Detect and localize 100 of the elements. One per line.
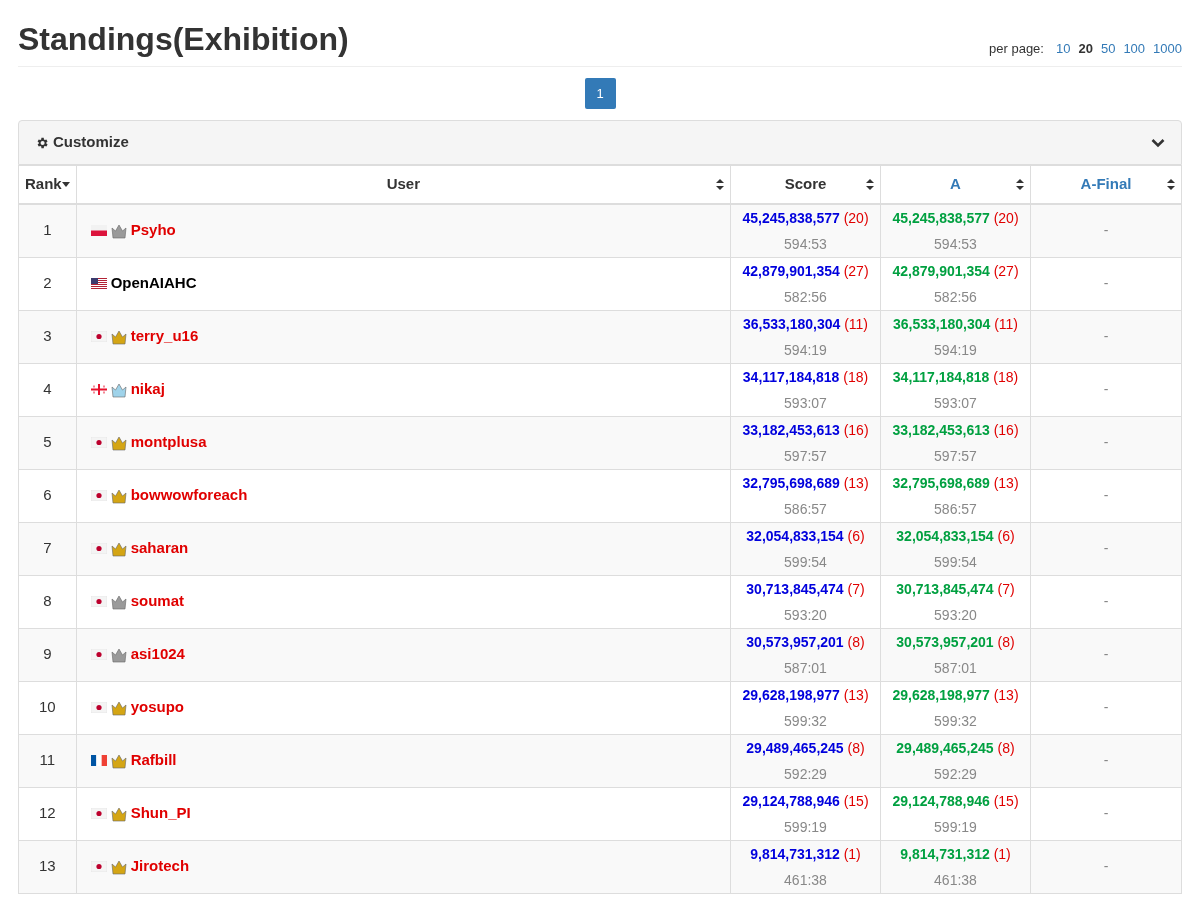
final-score: - (1103, 275, 1109, 291)
submission-count: (20) (993, 209, 1019, 226)
elapsed-time: 586:57 (933, 499, 978, 519)
submission-count: (13) (993, 686, 1019, 703)
elapsed-time: 582:56 (783, 287, 828, 307)
elapsed-time: 594:53 (783, 234, 828, 254)
score-value: 33,182,453,613 (892, 421, 990, 438)
column-header[interactable]: User (386, 173, 420, 196)
user-link[interactable]: OpenAIAHC (110, 272, 197, 295)
score-value: 30,713,845,474 (746, 580, 844, 597)
final-score: - (1103, 222, 1109, 238)
rank-cell: 6 (43, 486, 52, 504)
elapsed-time: 594:19 (783, 340, 828, 360)
elapsed-time: 597:57 (783, 446, 828, 466)
elapsed-time: 599:54 (933, 552, 978, 572)
submission-count: (8) (847, 633, 865, 650)
submission-count: (15) (993, 792, 1019, 809)
elapsed-time: 594:53 (933, 234, 978, 254)
submission-count: (18) (843, 368, 869, 385)
elapsed-time: 461:38 (933, 870, 978, 890)
user-link[interactable]: montplusa (130, 431, 207, 454)
user-link[interactable]: soumat (130, 590, 185, 613)
score-value: 29,628,198,977 (892, 686, 990, 703)
per-page-link[interactable]: 10 (1055, 38, 1071, 58)
elapsed-time: 599:32 (783, 711, 828, 731)
score-value: 36,533,180,304 (892, 315, 991, 332)
score-value: 32,054,833,154 (746, 527, 844, 544)
sort-icon (1016, 178, 1024, 190)
sort-icon (1167, 178, 1175, 190)
chevron-icon (1151, 137, 1165, 148)
final-score: - (1103, 752, 1109, 768)
final-score: - (1103, 328, 1109, 344)
score-value: 45,245,838,577 (742, 209, 840, 226)
elapsed-time: 597:57 (933, 446, 978, 466)
score-value: 29,489,465,245 (896, 739, 994, 756)
rank-cell: 10 (39, 698, 56, 716)
rank-cell: 2 (43, 274, 52, 292)
score-value: 42,879,901,354 (892, 262, 990, 279)
column-header[interactable]: A (950, 173, 961, 196)
submission-count: (16) (843, 421, 869, 438)
elapsed-time: 593:07 (783, 393, 828, 413)
user-link[interactable]: saharan (130, 537, 189, 560)
column-header[interactable]: Score (784, 173, 827, 196)
submission-count: (13) (993, 474, 1019, 491)
per-page-link[interactable]: 100 (1123, 38, 1146, 58)
sort-icon (866, 178, 874, 190)
rank-cell: 13 (39, 857, 56, 875)
elapsed-time: 587:01 (783, 658, 828, 678)
score-value: 30,573,957,201 (746, 633, 844, 650)
score-value: 32,795,698,689 (892, 474, 990, 491)
submission-count: (1) (843, 845, 861, 862)
final-score: - (1103, 593, 1109, 609)
rank-cell: 8 (43, 592, 52, 610)
submission-count: (27) (993, 262, 1019, 279)
elapsed-time: 592:29 (933, 764, 978, 784)
final-score: - (1103, 858, 1109, 874)
rank-cell: 12 (39, 804, 56, 822)
score-value: 30,713,845,474 (896, 580, 994, 597)
user-link[interactable]: bowwowforeach (130, 484, 248, 507)
elapsed-time: 599:32 (933, 711, 978, 731)
submission-count: (16) (993, 421, 1019, 438)
rank-cell: 7 (43, 539, 52, 557)
score-value: 29,124,788,946 (892, 792, 990, 809)
user-link[interactable]: terry_u16 (130, 325, 199, 348)
elapsed-time: 582:56 (933, 287, 978, 307)
score-value: 9,814,731,312 (900, 845, 990, 862)
score-value: 29,489,465,245 (746, 739, 844, 756)
rank-cell: 3 (43, 327, 52, 345)
final-score: - (1103, 805, 1109, 821)
submission-count: (7) (997, 580, 1015, 597)
per-page-link[interactable]: 20 (1078, 38, 1093, 58)
rank-cell: 5 (43, 433, 52, 451)
final-score: - (1103, 646, 1109, 662)
gear-icon (35, 135, 49, 150)
submission-count: (8) (997, 739, 1015, 756)
submission-count: (11) (994, 315, 1019, 332)
user-link[interactable]: asi1024 (130, 643, 185, 666)
user-link[interactable]: Psyho (130, 219, 176, 242)
per-page-link[interactable]: 1000 (1153, 38, 1182, 58)
user-link[interactable]: nikaj (130, 378, 165, 401)
submission-count: (20) (843, 209, 869, 226)
score-value: 32,054,833,154 (896, 527, 994, 544)
page-button[interactable]: 1 (584, 78, 616, 109)
elapsed-time: 592:29 (783, 764, 828, 784)
submission-count: (8) (997, 633, 1015, 650)
customize-panel[interactable]: Customize (18, 120, 1182, 165)
user-link[interactable]: Rafbill (130, 749, 177, 772)
submission-count: (6) (847, 527, 865, 544)
elapsed-time: 599:54 (783, 552, 828, 572)
user-link[interactable]: yosupo (130, 696, 185, 719)
submission-count: (18) (993, 368, 1019, 385)
elapsed-time: 599:19 (783, 817, 828, 837)
score-value: 34,117,184,818 (892, 368, 990, 385)
user-link[interactable]: Shun_PI (130, 802, 191, 825)
final-score: - (1103, 540, 1109, 556)
per-page-link[interactable]: 50 (1100, 38, 1116, 58)
elapsed-time: 593:07 (933, 393, 978, 413)
user-link[interactable]: Jirotech (130, 855, 190, 878)
rank-cell: 9 (43, 645, 52, 663)
elapsed-time: 594:19 (933, 340, 978, 360)
